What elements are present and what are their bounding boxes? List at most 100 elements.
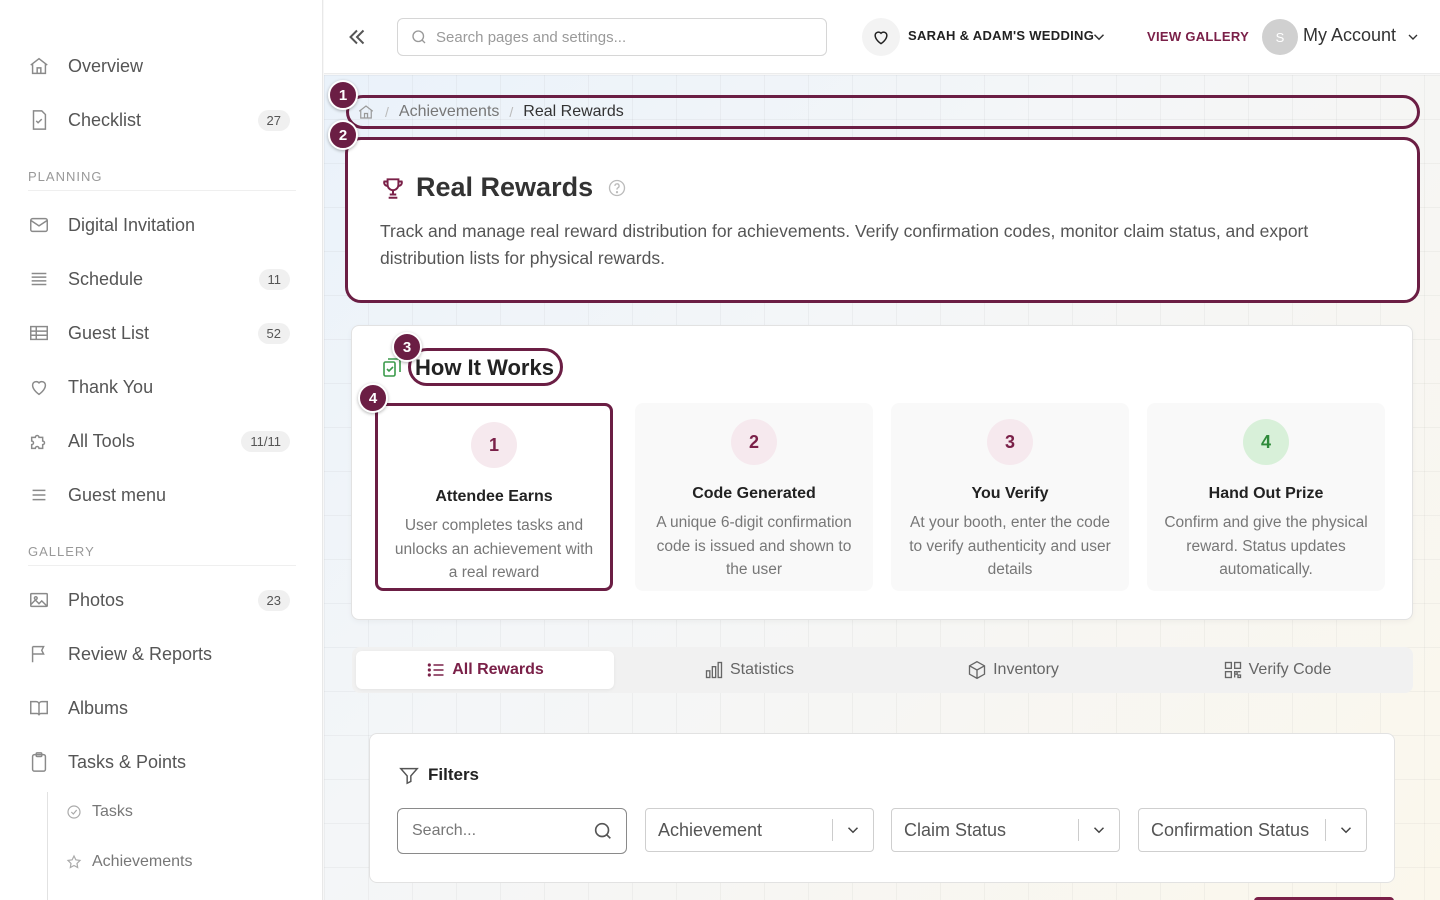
step-card: 4 Hand Out Prize Confirm and give the ph… [1147, 403, 1385, 591]
tab-inventory[interactable]: Inventory [884, 651, 1142, 689]
count-badge: 52 [257, 322, 290, 344]
sidebar-subitem-tasks[interactable]: Tasks [66, 797, 133, 827]
step-card: 3 You Verify At your booth, enter the co… [891, 403, 1129, 591]
menu-icon [28, 484, 60, 506]
step-card: 2 Code Generated A unique 6-digit confir… [635, 403, 873, 591]
sidebar-item-all-tools[interactable]: All Tools 11/11 [28, 421, 296, 461]
tab-verify-code[interactable]: Verify Code [1148, 651, 1406, 689]
step-title: Hand Out Prize [1208, 485, 1324, 502]
sidebar-item-label: Guest List [68, 322, 150, 343]
section-title-planning: PLANNING [28, 169, 296, 191]
chevron-down-icon[interactable] [1079, 821, 1119, 839]
star-icon [66, 854, 86, 870]
breadcrumb-separator: / [385, 104, 389, 120]
step-number: 4 [1243, 419, 1289, 465]
trophy-icon [380, 175, 406, 201]
box-icon [967, 660, 987, 680]
collapse-sidebar-icon[interactable] [344, 24, 370, 50]
chevron-down-icon[interactable] [1090, 28, 1108, 51]
check-circle-icon [66, 804, 86, 820]
sidebar-item-label: Tasks & Points [68, 751, 187, 772]
book-icon [28, 697, 60, 719]
sidebar-item-schedule[interactable]: Schedule 11 [28, 259, 296, 299]
sidebar-item-checklist[interactable]: Checklist 27 [28, 100, 296, 140]
step-title: You Verify [971, 485, 1049, 502]
sidebar-subitem-label: Tasks [92, 803, 133, 820]
sidebar-item-albums[interactable]: Albums [28, 688, 296, 728]
sidebar-item-photos[interactable]: Photos 23 [28, 580, 296, 620]
help-icon[interactable] [607, 178, 627, 198]
filters-title: Filters [428, 765, 480, 784]
home-icon [28, 55, 60, 77]
main-content: / Achievements / Real Rewards Real Rewar… [324, 75, 1440, 900]
view-gallery-link[interactable]: VIEW GALLERY [1147, 29, 1249, 44]
sidebar-item-label: Review & Reports [68, 643, 213, 664]
claim-status-select[interactable]: Claim Status [891, 808, 1120, 852]
count-badge: 11 [258, 268, 290, 290]
sidebar-item-overview[interactable]: Overview [28, 46, 296, 86]
step-title: Attendee Earns [435, 488, 553, 505]
step-number: 3 [987, 419, 1033, 465]
search-box[interactable] [397, 18, 827, 56]
sidebar-item-digital-invitation[interactable]: Digital Invitation [28, 205, 296, 245]
step-title: Code Generated [692, 485, 816, 502]
heart-icon[interactable] [862, 18, 900, 56]
schedule-icon [28, 268, 60, 290]
search-icon [410, 28, 428, 46]
home-icon[interactable] [357, 103, 375, 121]
sidebar-item-label: Guest menu [68, 484, 167, 505]
account-menu[interactable]: My Account [1303, 25, 1396, 46]
tab-statistics[interactable]: Statistics [620, 651, 878, 689]
annotation-marker: 1 [328, 80, 358, 110]
sidebar-item-label: Digital Invitation [68, 214, 196, 235]
step-number: 1 [471, 422, 517, 468]
confirmation-status-select[interactable]: Confirmation Status [1138, 808, 1367, 852]
breadcrumb-separator: / [509, 104, 514, 120]
step-description: A unique 6-digit confirmation code is is… [656, 514, 852, 578]
step-description: Confirm and give the physical reward. St… [1164, 514, 1368, 578]
event-selector[interactable]: SARAH & ADAM'S WEDDING [908, 28, 1094, 43]
sidebar-item-guest-menu[interactable]: Guest menu [28, 475, 296, 515]
filter-icon [398, 764, 420, 786]
page-title: Real Rewards [416, 172, 594, 202]
breadcrumb-achievements[interactable]: Achievements [399, 103, 500, 121]
tab-label: All Rewards [452, 661, 544, 678]
sidebar-item-label: Overview [68, 55, 144, 76]
step-description: User completes tasks and unlocks an achi… [394, 517, 594, 581]
heart-icon [28, 376, 60, 398]
sidebar-item-guest-list[interactable]: Guest List 52 [28, 313, 296, 353]
search-input[interactable] [436, 28, 796, 46]
sidebar-item-review-reports[interactable]: Review & Reports [28, 634, 296, 674]
filter-search-input[interactable] [412, 822, 592, 840]
annotation-marker: 3 [392, 332, 422, 362]
sidebar: Overview Checklist 27 PLANNING Digital I… [0, 0, 323, 900]
step-description: At your booth, enter the code to verify … [909, 514, 1111, 578]
avatar[interactable]: S [1262, 19, 1298, 55]
tab-label: Statistics [729, 661, 794, 678]
achievement-select[interactable]: Achievement [645, 808, 874, 852]
sidebar-item-thank-you[interactable]: Thank You [28, 367, 296, 407]
puzzle-icon [28, 430, 60, 452]
chevron-down-icon[interactable] [833, 821, 873, 839]
sidebar-subitem-achievements[interactable]: Achievements [66, 847, 193, 877]
breadcrumb-current: Real Rewards [523, 103, 624, 120]
tab-bar: All Rewards Statistics Inventory Verify … [352, 647, 1413, 693]
search-icon[interactable] [592, 820, 614, 842]
sidebar-item-tasks-points[interactable]: Tasks & Points [28, 742, 296, 782]
table-icon [28, 322, 60, 344]
how-it-works-title: How It Works [408, 348, 563, 386]
sidebar-item-label: All Tools [68, 430, 135, 451]
topbar: SARAH & ADAM'S WEDDING VIEW GALLERY S My… [324, 0, 1440, 74]
sidebar-item-label: Albums [68, 697, 129, 718]
tab-all-rewards[interactable]: All Rewards [356, 651, 614, 689]
chevron-down-icon[interactable] [1405, 29, 1421, 50]
sidebar-item-label: Schedule [68, 268, 144, 289]
flag-icon [28, 643, 60, 665]
qr-code-icon [1223, 660, 1243, 680]
page-description: Track and manage real reward distributio… [380, 221, 1309, 268]
select-value: Claim Status [904, 819, 1007, 840]
filter-search-box[interactable] [397, 808, 627, 854]
chevron-down-icon[interactable] [1326, 821, 1366, 839]
list-icon [426, 660, 446, 680]
envelope-icon [28, 214, 60, 236]
